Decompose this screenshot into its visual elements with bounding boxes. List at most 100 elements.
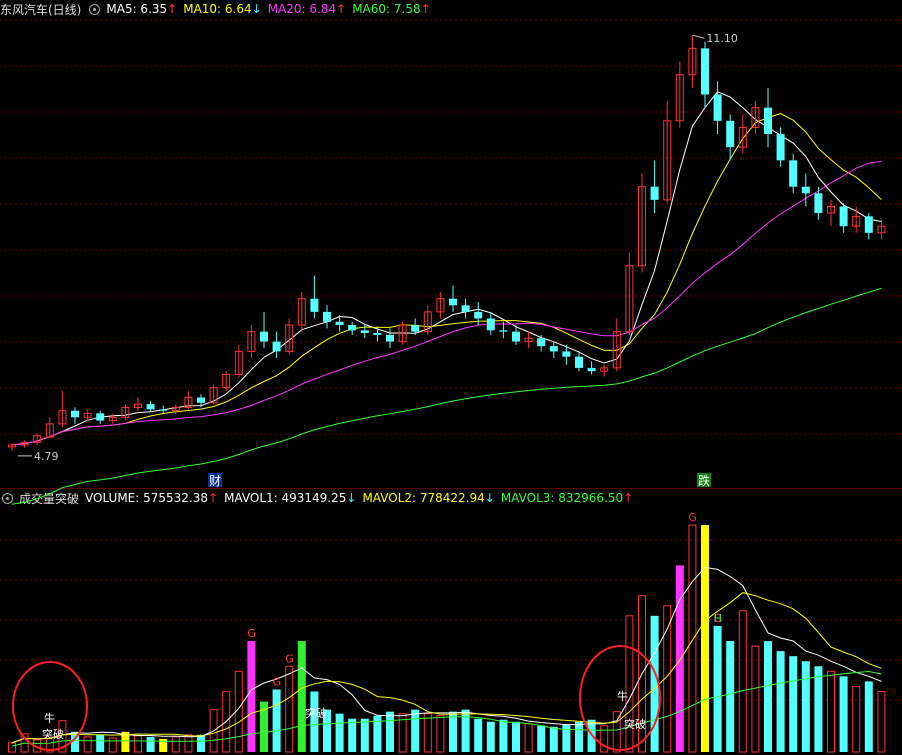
volume-g-label: G [247,627,256,640]
candle-body-down [814,193,823,214]
volume-bar [839,676,848,752]
volume-bar-up [134,735,142,753]
candle-body-down [537,338,546,347]
ma10-line [11,113,882,446]
candle-body-down [260,331,268,342]
volume-bar [650,615,659,752]
volume-bar-up [423,713,432,753]
volume-signal-label: 突破 [305,706,327,720]
volume-bar [197,734,205,752]
volume-bar-up [184,734,193,753]
candle-body-down [474,311,483,319]
candle-body-down [71,410,79,418]
candle-body-down [461,305,470,312]
volume-g-label: G [273,675,282,688]
candle-body-down [310,298,319,312]
volume-bar-up [688,524,697,753]
volume-bar-up [852,685,861,753]
high-pointer [692,34,705,39]
candle-body-down [197,397,205,403]
volume-bar [512,721,520,752]
candle-body-down [713,94,722,121]
volume-bar [146,736,155,752]
volume-bar [474,718,483,752]
stock-chart[interactable]: 11.104.79财 跌GGGGGH牛突破突破牛突破 [0,0,902,755]
volume-signal-label: 牛 [44,711,55,725]
volume-bar-up [524,723,533,753]
candle-body-down [575,356,583,368]
candle-body-down [701,48,709,95]
low-price-label: 4.79 [34,450,59,463]
volume-bar [449,711,457,752]
volume-g-label: G [285,652,294,665]
volume-bar [386,711,394,752]
mavol3-line [11,670,882,747]
candle-body-down [360,330,369,333]
candle-body-down [512,331,520,342]
volume-bar-up [877,690,886,753]
candle-body-down [789,160,798,187]
candle-body-down [587,367,596,372]
volume-bar [764,641,772,752]
volume-bar [348,718,357,752]
volume-bar-up [108,737,117,753]
volume-bar [486,721,495,752]
volume-bar-up [827,670,835,753]
volume-bar [726,641,735,752]
candle-body-down [272,341,281,352]
volume-bar [864,681,873,752]
volume-bar [360,718,369,752]
volume-bar-up [8,742,16,753]
volume-bar [537,725,546,752]
volume-bar [701,525,709,752]
volume-bar [499,719,508,752]
volume-bar [675,565,684,752]
volume-bar [310,691,319,752]
volume-bar [96,734,105,752]
candle-body-down [801,186,810,194]
volume-bar [247,641,256,752]
volume-bar-up [285,665,294,753]
candle-body-down [348,325,357,331]
mavol2-line [11,592,882,744]
volume-bar-up [612,711,621,753]
volume-bar-up [171,736,180,753]
candle-body-down [486,318,495,331]
candle-body-down [562,351,571,357]
candle-body-down [499,330,508,332]
volume-h-label: H [714,612,722,625]
candle-body-down [335,321,344,326]
candle-body-down [159,409,168,411]
volume-bar [776,651,785,752]
volume-g-label: G [688,511,697,524]
volume-bar [297,641,306,752]
volume-bar [801,661,810,752]
ma60-line [11,287,882,505]
candle-body-down [386,334,394,342]
candle-body-down [864,216,873,233]
volume-signal-label: 突破 [42,727,64,741]
volume-bar [814,666,823,752]
candle-body-down [650,186,659,200]
volume-bar-up [738,610,747,753]
volume-bar [411,709,420,752]
candle-body-down [726,120,735,148]
candle-body-down [776,134,785,161]
volume-bar [713,625,722,752]
volume-bar-up [751,645,760,753]
candle-body-down [146,404,155,410]
mavol1-line [11,566,882,744]
candle-body-down [449,298,457,306]
event-marker-label: 跌 [698,473,710,488]
candle-body-down [764,107,772,134]
volume-signal-label: 牛 [617,689,628,703]
volume-bar [789,656,798,752]
candle-body-down [323,311,331,322]
volume-bar [272,689,281,752]
volume-bar [461,709,470,752]
candle-body-down [373,332,382,335]
volume-bar-up [83,736,92,753]
high-price-label: 11.10 [706,32,738,45]
volume-bar [549,726,558,752]
volume-signal-label: 突破 [624,717,646,731]
